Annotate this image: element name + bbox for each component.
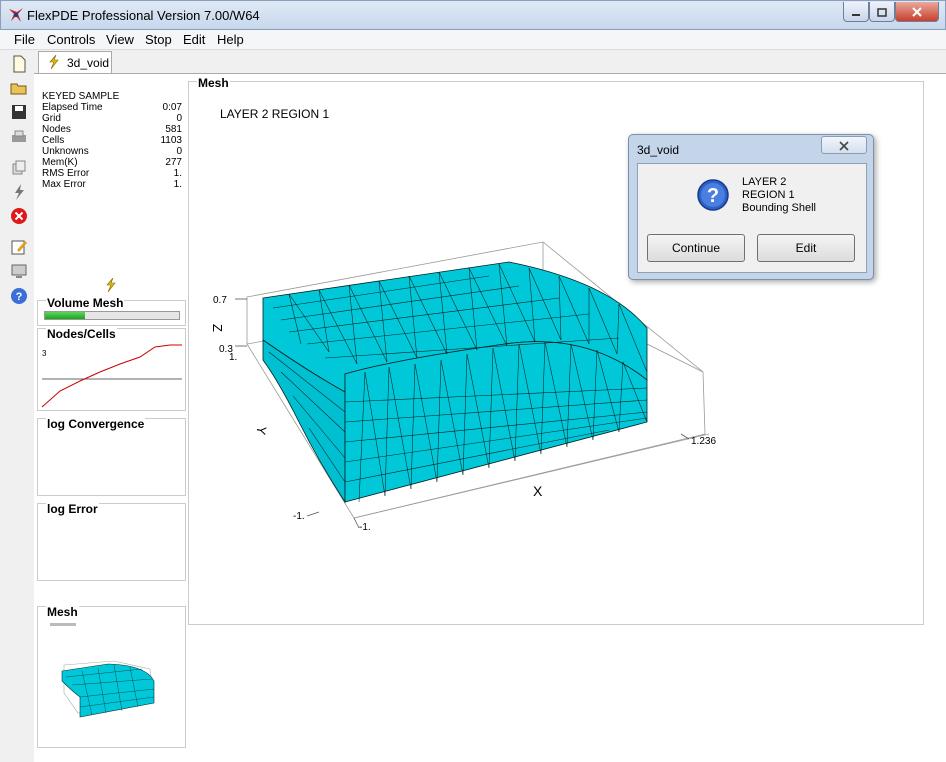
- continue-button[interactable]: Continue: [647, 234, 745, 262]
- minimize-icon: [852, 13, 860, 16]
- menu-stop[interactable]: Stop: [145, 32, 172, 47]
- monitor-icon[interactable]: [10, 262, 28, 280]
- log-convergence-panel: log Convergence: [37, 417, 186, 496]
- stat-label: Elapsed Time: [42, 102, 103, 113]
- panel-title: log Convergence: [46, 417, 146, 431]
- tab-3d-void[interactable]: 3d_void: [38, 51, 112, 75]
- menu-view[interactable]: View: [106, 32, 134, 47]
- panel-title: Mesh: [46, 605, 79, 619]
- question-icon: ?: [697, 179, 729, 211]
- document-tabs: 3d_void: [34, 50, 946, 75]
- new-file-icon[interactable]: [10, 55, 28, 73]
- panel-title: log Error: [46, 502, 99, 516]
- stat-label: Max Error: [42, 179, 86, 190]
- mesh-thumbnail-panel[interactable]: Mesh: [37, 605, 186, 748]
- tick-label-x-left: -1.: [359, 522, 371, 533]
- run-status-icon: [106, 278, 116, 292]
- tab-label: 3d_void: [67, 56, 110, 70]
- stat-value: 1.: [173, 168, 182, 179]
- edit-button[interactable]: Edit: [757, 234, 855, 262]
- window-title: FlexPDE Professional Version 7.00/W64: [27, 8, 260, 23]
- tick-label-y-top: 1.: [229, 352, 237, 363]
- tick-label-x-right: 1.236: [691, 436, 716, 447]
- mesh-thumbnail: [50, 623, 155, 718]
- menu-file[interactable]: File: [14, 32, 35, 47]
- menu-bar: File Controls View Stop Edit Help: [0, 30, 946, 50]
- save-icon[interactable]: [10, 103, 28, 121]
- run-icon[interactable]: [10, 183, 28, 201]
- stat-label: RMS Error: [42, 168, 90, 179]
- stat-value: 277: [165, 157, 182, 168]
- close-icon: [912, 6, 922, 17]
- stat-value: 581: [165, 124, 182, 135]
- help-icon[interactable]: ?: [10, 287, 28, 305]
- minimize-button[interactable]: [843, 2, 869, 22]
- edit-icon[interactable]: [10, 238, 28, 256]
- nodes-cells-graph: [41, 344, 182, 408]
- dialog-line-shell: Bounding Shell: [742, 202, 817, 214]
- close-window-button[interactable]: [895, 2, 939, 22]
- stat-value: 1103: [160, 135, 182, 146]
- tick-label-y-bottom: -1.: [293, 511, 305, 522]
- copy-icon[interactable]: [10, 159, 28, 177]
- dialog-line-region: REGION 1: [742, 189, 795, 201]
- stats-heading: KEYED SAMPLE: [42, 91, 120, 102]
- side-toolbar: ?: [0, 50, 34, 762]
- dialog-title: 3d_void: [637, 143, 680, 157]
- axis-label-x: X: [533, 483, 543, 499]
- dialog-close-button[interactable]: [821, 136, 867, 154]
- progress-fill: [45, 312, 86, 319]
- axis-label-z: Z: [210, 324, 225, 332]
- run-icon: [49, 55, 59, 69]
- stop-icon[interactable]: [10, 207, 28, 225]
- axis-label-y: Y: [253, 425, 269, 436]
- stat-value: 0: [176, 113, 182, 124]
- stat-value: 1.: [173, 179, 182, 190]
- mesh-solid: [262, 261, 648, 504]
- svg-text:?: ?: [707, 185, 719, 207]
- stat-label: Unknowns: [42, 146, 89, 157]
- menu-help[interactable]: Help: [217, 32, 244, 47]
- log-error-panel: log Error: [37, 502, 186, 581]
- stat-label: Grid: [42, 113, 61, 124]
- stat-value: 0:07: [162, 102, 182, 113]
- region-dialog: 3d_void ? LAYER 2 REGION 1 Bounding Shel…: [628, 134, 874, 280]
- flexpde-logo-icon: [9, 8, 23, 22]
- close-icon: [839, 141, 849, 151]
- restore-icon: [877, 7, 887, 17]
- menu-controls[interactable]: Controls: [47, 32, 95, 47]
- open-folder-icon[interactable]: [10, 79, 28, 97]
- maximize-button[interactable]: [869, 2, 895, 22]
- svg-text:?: ?: [16, 291, 23, 303]
- menu-edit[interactable]: Edit: [183, 32, 205, 47]
- stat-label: Cells: [42, 135, 65, 146]
- title-bar: FlexPDE Professional Version 7.00/W64: [0, 0, 946, 30]
- panel-title: Volume Mesh: [46, 296, 125, 310]
- volume-mesh-progress-bar: [44, 311, 180, 320]
- volume-mesh-panel: Volume Mesh: [37, 296, 186, 326]
- print-icon[interactable]: [10, 128, 28, 146]
- stat-value: 0: [176, 146, 182, 157]
- stat-label: Nodes: [42, 124, 71, 135]
- dialog-line-layer: LAYER 2: [742, 176, 787, 188]
- stat-label: Mem(K): [42, 157, 78, 168]
- tick-label-z-top: 0.7: [213, 295, 227, 306]
- run-statistics: KEYED SAMPLE Elapsed Time 0:07 Grid 0 Node…: [42, 91, 184, 190]
- nodes-cells-panel: Nodes/Cells 3: [37, 327, 186, 411]
